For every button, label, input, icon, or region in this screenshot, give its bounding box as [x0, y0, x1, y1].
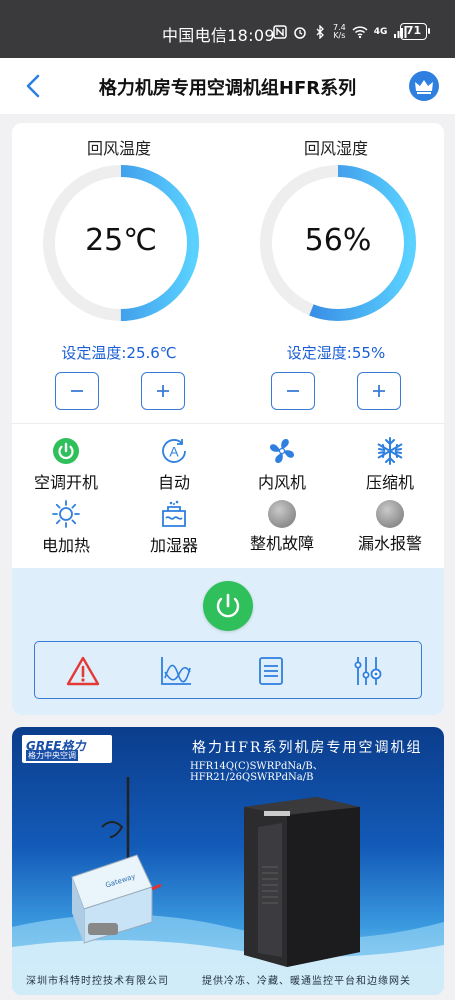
page-title: 格力机房专用空调机组HFR系列 [98, 78, 357, 99]
alarm-warning-icon[interactable] [65, 654, 101, 688]
banner-models: HFR14Q(C)SWRPdNa/B、HFR21/26QSWRPdNa/B [190, 761, 323, 783]
carrier-name: 中国电信 [162, 26, 228, 45]
temperature-increase-button[interactable] [141, 372, 185, 410]
nfc-icon [273, 25, 287, 39]
humidifier-icon [162, 500, 186, 527]
humidity-increase-button[interactable] [357, 372, 401, 410]
status-indoor-fan: 内风机 [232, 435, 332, 493]
net-speed-unit: K/s [333, 31, 346, 40]
heater-sun-icon [52, 500, 80, 528]
plus-icon [373, 385, 385, 397]
minus-icon [287, 390, 299, 392]
divider [12, 423, 444, 424]
logo-subtext: 格力中央空调 [26, 750, 78, 761]
battery-indicator: 71 [400, 23, 427, 40]
control-panel: 回风温度 25℃ 设定温度:25.6℃ 回风湿度 56% 设定湿度:55% 空调… [12, 123, 444, 715]
status-label: 电加热 [41, 536, 90, 555]
power-toggle-button[interactable] [203, 581, 253, 631]
temperature-setpoint: 设定温度:25.6℃ [61, 344, 177, 362]
status-compressor: 压缩机 [340, 435, 440, 493]
company-name: 深圳市科特时控技术有限公司 [26, 976, 169, 987]
battery-tip [428, 28, 430, 34]
app-header: 格力机房专用空调机组HFR系列 [0, 58, 455, 114]
status-label: 内风机 [257, 473, 306, 492]
fan-icon [270, 439, 294, 463]
humidity-decrease-button[interactable] [271, 372, 315, 410]
status-label: 加湿器 [149, 536, 198, 555]
crown-icon [415, 80, 433, 94]
auto-mode-icon: A [162, 439, 186, 463]
alarm-clock-icon [294, 27, 306, 39]
status-label: 空调开机 [33, 473, 98, 492]
temperature-decrease-button[interactable] [55, 372, 99, 410]
banner-title: 格力HFR系列机房专用空调机组 [192, 740, 423, 756]
status-label: 整机故障 [249, 534, 314, 553]
humidity-label: 回风湿度 [303, 139, 368, 158]
control-area [12, 568, 444, 715]
wifi-icon [352, 26, 368, 39]
vip-crown-button[interactable] [409, 71, 439, 101]
power-on-icon [53, 438, 79, 464]
network-type: 4G [373, 27, 388, 37]
status-label: 压缩机 [365, 473, 414, 492]
trend-chart-icon[interactable] [158, 654, 194, 688]
gree-logo: GREE格力 格力中央空调 [22, 735, 112, 763]
status-humidifier: 加湿器 [124, 498, 224, 556]
product-banner[interactable]: GREE格力 格力中央空调 格力HFR系列机房专用空调机组 HFR14Q(C)S… [12, 727, 444, 995]
settings-sliders-icon[interactable] [350, 654, 386, 688]
tool-bar [34, 641, 422, 699]
status-label: 漏水报警 [357, 534, 422, 553]
log-list-icon[interactable] [253, 654, 289, 688]
company-slogan: 提供冷冻、冷藏、暖通监控平台和边缘网关 [202, 976, 411, 987]
humidity-setpoint: 设定湿度:55% [286, 344, 386, 362]
status-label: 自动 [157, 473, 190, 492]
minus-icon [71, 390, 83, 392]
leak-alarm-indicator-icon [376, 500, 404, 528]
snowflake-icon [377, 437, 403, 465]
temperature-value: 25℃ [85, 223, 157, 258]
bluetooth-icon [316, 25, 324, 39]
status-unit-fault: 整机故障 [232, 498, 332, 554]
temperature-label: 回风温度 [86, 139, 151, 158]
status-leak-alarm: 漏水报警 [340, 498, 440, 554]
status-ac-power: 空调开机 [16, 435, 116, 493]
status-bar: 中国电信18:09 7.4 K/s 4G 71 [0, 0, 455, 58]
humidity-value: 56% [304, 223, 372, 258]
plus-icon [157, 385, 169, 397]
clock: 18:09 [227, 26, 275, 45]
power-icon [216, 593, 240, 618]
fault-indicator-icon [268, 500, 296, 528]
svg-text:A: A [169, 444, 179, 460]
status-auto-mode: A 自动 [124, 435, 224, 493]
status-electric-heater: 电加热 [16, 498, 116, 556]
